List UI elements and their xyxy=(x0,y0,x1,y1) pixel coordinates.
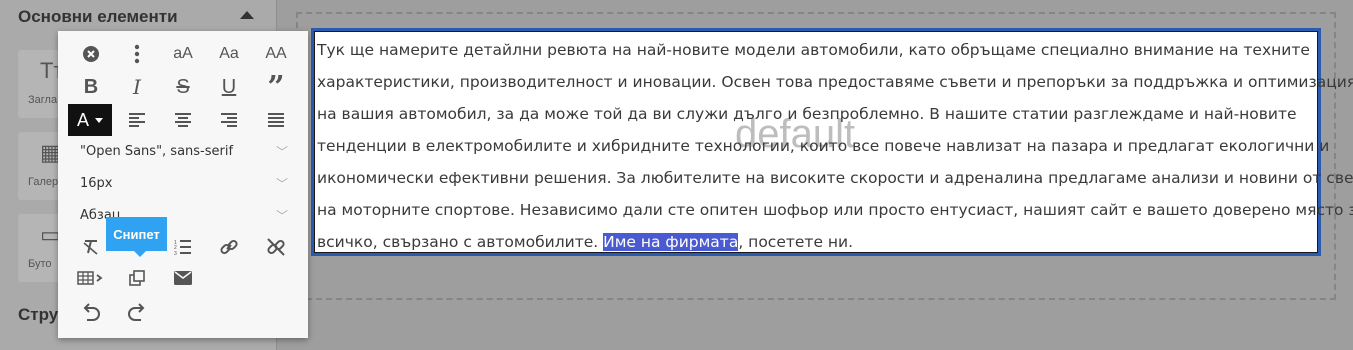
redo-icon[interactable] xyxy=(118,297,156,327)
tile-label: Буто xyxy=(28,258,52,270)
sidebar-section-title[interactable]: Основни елементи xyxy=(18,7,178,27)
underline-icon[interactable]: U xyxy=(210,72,248,102)
italic-icon[interactable]: I xyxy=(118,72,156,102)
tile-label: Загла xyxy=(28,94,58,106)
link-icon[interactable] xyxy=(210,232,248,262)
strikethrough-icon[interactable]: S xyxy=(164,72,202,102)
align-center-icon[interactable] xyxy=(164,105,202,135)
text-line: Тук ще намерите детайлни ревюта на най-н… xyxy=(317,41,1310,59)
text-line-last: всичко, свързано с автомобилите. Име на … xyxy=(317,226,1327,258)
chevron-down-icon xyxy=(95,117,103,123)
ordered-list-icon[interactable]: 123 xyxy=(164,232,202,262)
quote-icon[interactable]: ” xyxy=(257,70,295,105)
uppercase-icon[interactable]: AA xyxy=(257,39,295,69)
align-right-icon[interactable] xyxy=(210,105,248,135)
text-line: икономически ефективни решения. За любит… xyxy=(317,169,1353,187)
text-fragment: , посетете ни. xyxy=(738,233,854,251)
editor-content[interactable]: Тук ще намерите детайлни ревюта на най-н… xyxy=(317,34,1353,258)
tooltip-snippet: Снипет xyxy=(106,217,167,257)
lowercase-icon[interactable]: aA xyxy=(164,39,202,69)
align-left-icon[interactable] xyxy=(118,105,156,135)
font-size-select[interactable]: 16px ﹀ xyxy=(80,171,288,195)
text-line: тенденции в електромобилите и хибридните… xyxy=(317,137,1330,155)
capitalize-icon[interactable]: Aa xyxy=(210,39,248,69)
email-icon[interactable] xyxy=(164,263,202,293)
undo-icon[interactable] xyxy=(72,297,110,327)
table-icon[interactable] xyxy=(72,263,110,293)
close-icon[interactable] xyxy=(72,39,110,69)
text-line: характеристики, производителност и инова… xyxy=(317,73,1353,91)
more-options-icon[interactable] xyxy=(118,39,156,69)
sidebar-section2-title[interactable]: Стру xyxy=(18,305,58,325)
font-family-value: "Open Sans", sans-serif xyxy=(80,143,234,159)
tile-label: Галер xyxy=(28,176,59,188)
bold-icon[interactable]: B xyxy=(72,72,110,102)
text-line: на моторните спортове. Независимо дали с… xyxy=(317,201,1353,219)
text-line: на вашия автомобил, за да може той да ви… xyxy=(317,105,1297,123)
text-color-button[interactable]: A xyxy=(68,104,112,136)
rich-text-editor[interactable]: Тук ще намерите детайлни ревюта на най-н… xyxy=(311,28,1353,256)
font-family-select[interactable]: "Open Sans", sans-serif ﹀ xyxy=(80,139,288,163)
align-justify-icon[interactable] xyxy=(257,105,295,135)
selected-text[interactable]: Име на фирмата xyxy=(603,233,739,251)
clear-format-icon[interactable] xyxy=(72,232,110,262)
snippet-icon[interactable] xyxy=(118,263,156,293)
chevron-down-icon: ﹀ xyxy=(275,176,288,191)
unlink-icon[interactable] xyxy=(257,232,295,262)
svg-text:3: 3 xyxy=(174,251,177,255)
text-format-toolbar: aA Aa AA B I S U ” A "Open Sans", sans-s… xyxy=(58,31,308,338)
chevron-down-icon: ﹀ xyxy=(275,144,288,159)
color-button-label: A xyxy=(76,109,89,130)
chevron-down-icon: ﹀ xyxy=(275,208,288,223)
font-size-value: 16px xyxy=(80,175,113,191)
chevron-up-icon[interactable] xyxy=(240,11,254,19)
text-fragment: всичко, свързано с автомобилите. xyxy=(317,233,604,251)
